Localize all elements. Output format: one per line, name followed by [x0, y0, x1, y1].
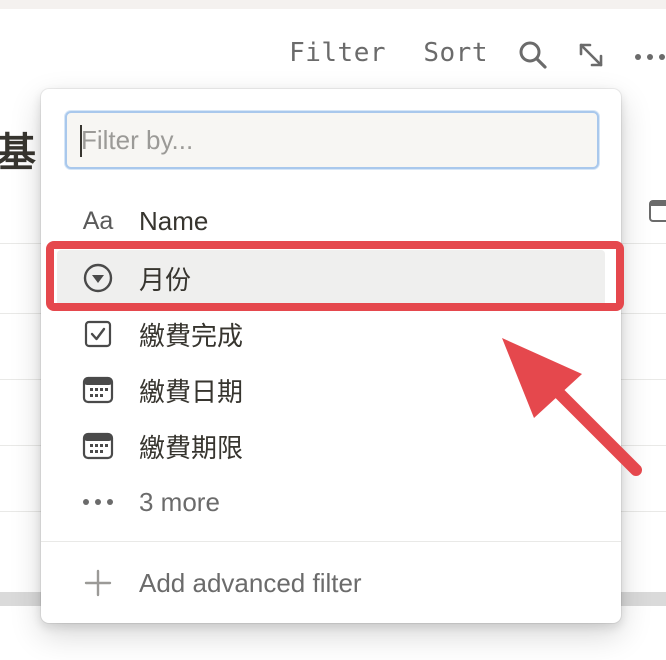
property-label: Name	[139, 205, 209, 236]
checkbox-icon	[71, 306, 125, 362]
sort-button[interactable]: Sort	[423, 38, 488, 68]
top-strip	[0, 0, 666, 9]
add-advanced-filter-button[interactable]: Add advanced filter	[57, 555, 605, 611]
search-icon[interactable]	[516, 38, 550, 72]
filter-button[interactable]: Filter	[289, 38, 386, 68]
filter-property-payment-deadline[interactable]: 繳費期限	[57, 418, 605, 474]
filter-property-payment-done[interactable]: 繳費完成	[57, 306, 605, 362]
advanced-filter-label: Add advanced filter	[139, 567, 362, 598]
select-icon	[71, 250, 125, 306]
more-icon[interactable]	[630, 38, 666, 72]
more-label: 3 more	[139, 486, 220, 517]
filter-popup: Aa Name 月份 繳費完成 繳費日期	[41, 89, 621, 623]
property-label: 繳費期限	[139, 433, 244, 464]
database-toolbar: Filter Sort	[0, 32, 666, 76]
filter-input-wrapper	[65, 111, 599, 169]
property-label: 月份	[139, 265, 192, 296]
plus-icon	[71, 555, 125, 611]
property-label: 繳費日期	[139, 377, 244, 408]
popup-divider	[41, 541, 621, 542]
more-icon	[71, 474, 125, 530]
calendar-icon	[648, 198, 666, 224]
text-type-icon: Aa	[82, 206, 114, 235]
calendar-icon	[71, 362, 125, 418]
filter-search-input[interactable]	[67, 113, 597, 167]
expand-icon[interactable]	[574, 38, 608, 72]
text-caret	[80, 125, 82, 157]
filter-property-month[interactable]: 月份	[57, 250, 605, 306]
page-title: 基	[0, 130, 36, 176]
show-more-properties[interactable]: 3 more	[57, 474, 605, 530]
property-label: 繳費完成	[139, 321, 244, 352]
filter-property-name[interactable]: Aa Name	[57, 193, 605, 249]
calendar-icon	[71, 418, 125, 474]
filter-property-payment-date[interactable]: 繳費日期	[57, 362, 605, 418]
